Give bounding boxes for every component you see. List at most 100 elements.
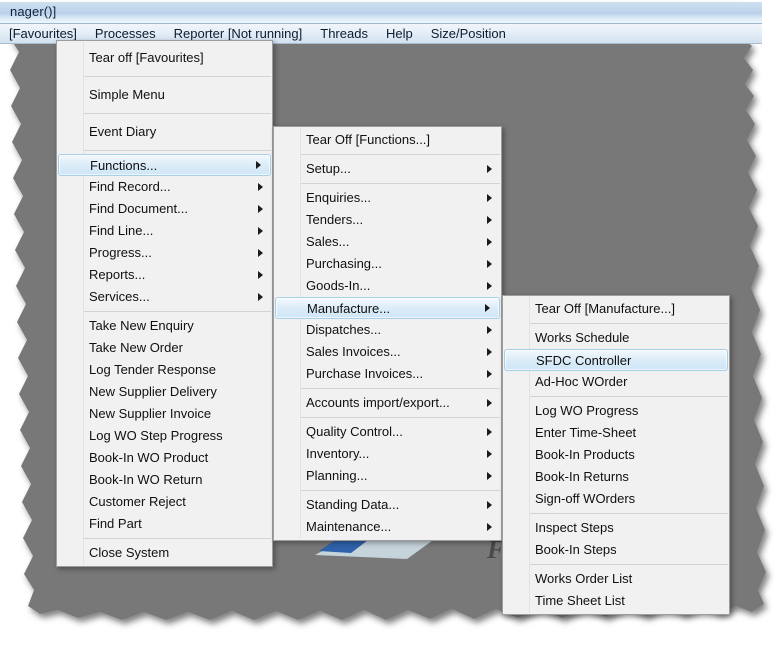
menu-item-book-in-returns[interactable]: Book-In Returns bbox=[503, 466, 729, 488]
menu-item-works-schedule[interactable]: Works Schedule bbox=[503, 327, 729, 349]
menu-item-inventory[interactable]: Inventory... bbox=[274, 443, 501, 465]
menu-item-label: Works Schedule bbox=[535, 330, 630, 345]
submenu-arrow-icon bbox=[487, 238, 492, 246]
menu-item-purchasing[interactable]: Purchasing... bbox=[274, 253, 501, 275]
menu-manufacture[interactable]: Tear Off [Manufacture...] Works Schedule S… bbox=[502, 295, 730, 615]
submenu-arrow-icon bbox=[487, 348, 492, 356]
menu-item-setup[interactable]: Setup... bbox=[274, 158, 501, 180]
menu-separator bbox=[84, 76, 271, 77]
submenu-arrow-icon bbox=[487, 501, 492, 509]
menu-item-reports[interactable]: Reports... bbox=[57, 264, 272, 286]
menu-item-find-document[interactable]: Find Document... bbox=[57, 198, 272, 220]
menu-item-time-sheet-list[interactable]: Time Sheet List bbox=[503, 590, 729, 612]
menu-item-label: New Supplier Invoice bbox=[89, 406, 212, 421]
menu-item-progress[interactable]: Progress... bbox=[57, 242, 272, 264]
menu-item-log-tender-response[interactable]: Log Tender Response bbox=[57, 359, 272, 381]
menu-item-label: Find Part bbox=[89, 516, 142, 531]
menu-item-close-system[interactable]: Close System bbox=[57, 542, 272, 564]
menu-item-label: Quality Control... bbox=[306, 424, 403, 439]
menu-item-label: Functions... bbox=[90, 158, 158, 173]
menu-item-customer-reject[interactable]: Customer Reject bbox=[57, 491, 272, 513]
menu-item-new-supplier-invoice[interactable]: New Supplier Invoice bbox=[57, 403, 272, 425]
menu-item-manufacture[interactable]: Manufacture... bbox=[275, 297, 500, 319]
menu-item-label: Book-In WO Return bbox=[89, 472, 203, 487]
menu-item-label: Reports... bbox=[89, 267, 146, 282]
submenu-arrow-icon bbox=[258, 227, 263, 235]
menu-item-label: Book-In WO Product bbox=[89, 450, 209, 465]
submenu-arrow-icon bbox=[258, 205, 263, 213]
menu-item-sign-off-worders[interactable]: Sign-off WOrders bbox=[503, 488, 729, 510]
menu-item-inspect-steps[interactable]: Inspect Steps bbox=[503, 517, 729, 539]
submenu-arrow-icon bbox=[487, 399, 492, 407]
menu-item-label: Ad-Hoc WOrder bbox=[535, 374, 628, 389]
menu-item-purchase-invoices[interactable]: Purchase Invoices... bbox=[274, 363, 501, 385]
menu-item-tenders[interactable]: Tenders... bbox=[274, 209, 501, 231]
menu-item-find-record[interactable]: Find Record... bbox=[57, 176, 272, 198]
menu-separator bbox=[301, 154, 500, 155]
submenu-arrow-icon bbox=[487, 194, 492, 202]
menu-item-enter-time-sheet[interactable]: Enter Time-Sheet bbox=[503, 422, 729, 444]
menu-item-book-in-steps[interactable]: Book-In Steps bbox=[503, 539, 729, 561]
menu-item-take-new-order[interactable]: Take New Order bbox=[57, 337, 272, 359]
menu-item-label: Planning... bbox=[306, 468, 368, 483]
menu-item-find-part[interactable]: Find Part bbox=[57, 513, 272, 535]
menu-item-simple-menu[interactable]: Simple Menu bbox=[57, 80, 272, 110]
menu-item-label: Setup... bbox=[306, 161, 351, 176]
menu-item-accounts-import-export[interactable]: Accounts import/export... bbox=[274, 392, 501, 414]
menu-item-label: Progress... bbox=[89, 245, 152, 260]
menu-item-sales-invoices[interactable]: Sales Invoices... bbox=[274, 341, 501, 363]
menu-item-log-wo-progress[interactable]: Log WO Progress bbox=[503, 400, 729, 422]
menu-item-label: Customer Reject bbox=[89, 494, 186, 509]
screenshot-root: nager()] [Favourites] Processes Reporter [… bbox=[0, 0, 778, 648]
menu-item-functions[interactable]: Functions... bbox=[58, 154, 271, 176]
menu-item-ad-hoc-worder[interactable]: Ad-Hoc WOrder bbox=[503, 371, 729, 393]
menu-item-label: Book-In Products bbox=[535, 447, 635, 462]
menu-item-standing-data[interactable]: Standing Data... bbox=[274, 494, 501, 516]
menu-item-log-wo-step-progress[interactable]: Log WO Step Progress bbox=[57, 425, 272, 447]
menu-item-label: Log WO Step Progress bbox=[89, 428, 223, 443]
menu-item-dispatches[interactable]: Dispatches... bbox=[274, 319, 501, 341]
menubar-size-position[interactable]: Size/Position bbox=[431, 26, 515, 41]
menu-favourites[interactable]: Tear off [Favourites] Simple Menu Event Di… bbox=[56, 40, 273, 567]
menu-item-tear-off-manufacture[interactable]: Tear Off [Manufacture...] bbox=[503, 298, 729, 320]
menu-item-find-line[interactable]: Find Line... bbox=[57, 220, 272, 242]
menu-item-label: Time Sheet List bbox=[535, 593, 625, 608]
menu-item-label: Purchase Invoices... bbox=[306, 366, 424, 381]
menubar-help[interactable]: Help bbox=[386, 26, 422, 41]
menu-item-sfdc-controller[interactable]: SFDC Controller bbox=[504, 349, 728, 371]
menubar-processes[interactable]: Processes bbox=[95, 26, 165, 41]
menubar-threads[interactable]: Threads bbox=[320, 26, 377, 41]
menu-item-works-order-list[interactable]: Works Order List bbox=[503, 568, 729, 590]
menu-item-book-in-wo-product[interactable]: Book-In WO Product bbox=[57, 447, 272, 469]
menu-item-new-supplier-delivery[interactable]: New Supplier Delivery bbox=[57, 381, 272, 403]
menubar-reporter[interactable]: Reporter [Not running] bbox=[174, 26, 312, 41]
menu-item-book-in-wo-return[interactable]: Book-In WO Return bbox=[57, 469, 272, 491]
menu-item-label: Take New Enquiry bbox=[89, 318, 194, 333]
menu-item-enquiries[interactable]: Enquiries... bbox=[274, 187, 501, 209]
menu-item-label: Find Record... bbox=[89, 179, 171, 194]
window-titlebar: nager()] bbox=[0, 2, 762, 24]
menu-item-take-new-enquiry[interactable]: Take New Enquiry bbox=[57, 315, 272, 337]
menubar-favourites[interactable]: [Favourites] bbox=[9, 26, 86, 41]
submenu-arrow-icon bbox=[256, 161, 261, 169]
menu-functions[interactable]: Tear Off [Functions...] Setup... Enquiries… bbox=[273, 126, 502, 541]
menu-item-tear-off-favourites[interactable]: Tear off [Favourites] bbox=[57, 43, 272, 73]
menu-item-event-diary[interactable]: Event Diary bbox=[57, 117, 272, 147]
menu-separator bbox=[301, 490, 500, 491]
menu-item-maintenance[interactable]: Maintenance... bbox=[274, 516, 501, 538]
menu-item-goods-in[interactable]: Goods-In... bbox=[274, 275, 501, 297]
menu-item-sales[interactable]: Sales... bbox=[274, 231, 501, 253]
menu-item-label: Services... bbox=[89, 289, 150, 304]
submenu-arrow-icon bbox=[487, 370, 492, 378]
menu-item-book-in-products[interactable]: Book-In Products bbox=[503, 444, 729, 466]
window-title: nager()] bbox=[10, 4, 57, 19]
menu-item-label: Sales... bbox=[306, 234, 350, 249]
menu-item-quality-control[interactable]: Quality Control... bbox=[274, 421, 501, 443]
menu-item-label: Find Document... bbox=[89, 201, 188, 216]
menu-item-label: Inventory... bbox=[306, 446, 370, 461]
menu-separator bbox=[530, 513, 728, 514]
menu-item-tear-off-functions[interactable]: Tear Off [Functions...] bbox=[274, 129, 501, 151]
menu-item-planning[interactable]: Planning... bbox=[274, 465, 501, 487]
menu-item-services[interactable]: Services... bbox=[57, 286, 272, 308]
menu-item-label: Tear Off [Manufacture...] bbox=[535, 301, 675, 316]
